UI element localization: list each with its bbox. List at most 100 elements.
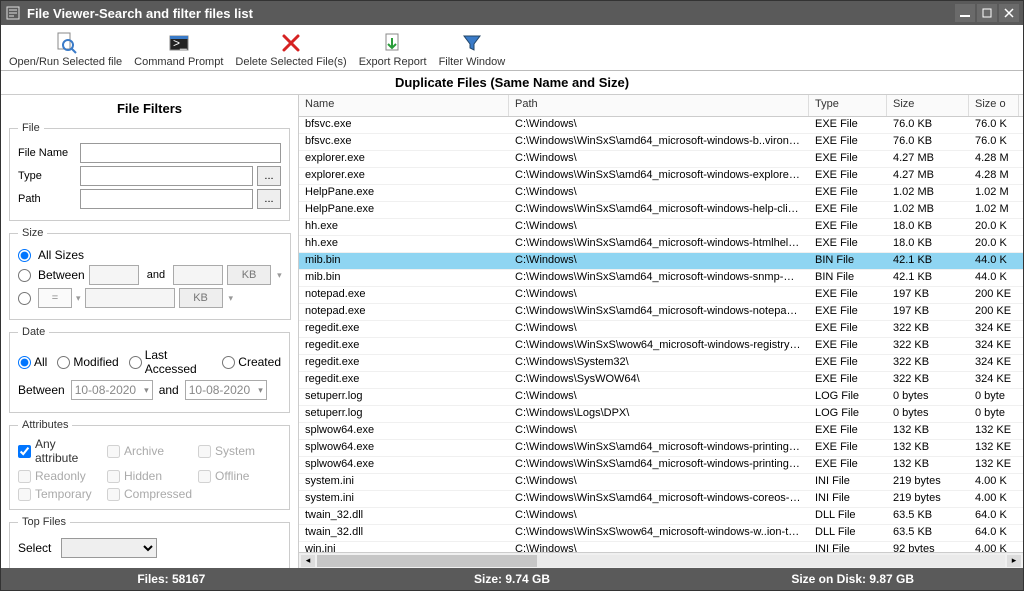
cell-path: C:\Windows\Logs\DPX\: [509, 406, 809, 422]
cell-sized: 4.00 K: [969, 491, 1019, 507]
cell-type: EXE File: [809, 355, 887, 371]
table-row[interactable]: HelpPane.exeC:\Windows\WinSxS\amd64_micr…: [299, 202, 1023, 219]
col-name[interactable]: Name: [299, 95, 509, 116]
size-between-radio[interactable]: [18, 269, 31, 282]
cell-name: hh.exe: [299, 236, 509, 252]
date-modified-radio[interactable]: [57, 356, 70, 369]
section-title: Duplicate Files (Same Name and Size): [1, 71, 1023, 95]
type-browse-button[interactable]: ...: [257, 166, 281, 186]
attr-system-check[interactable]: [198, 445, 211, 458]
table-row[interactable]: explorer.exeC:\Windows\WinSxS\amd64_micr…: [299, 168, 1023, 185]
cell-size: 0 bytes: [887, 389, 969, 405]
scroll-right-arrow[interactable]: ▸: [1007, 555, 1021, 567]
cell-size: 1.02 MB: [887, 185, 969, 201]
cell-name: notepad.exe: [299, 304, 509, 320]
size-op-select[interactable]: =: [38, 288, 72, 308]
size-op-value-input[interactable]: [85, 288, 175, 308]
size-all-radio[interactable]: [18, 249, 31, 262]
table-row[interactable]: splwow64.exeC:\Windows\EXE File132 KB132…: [299, 423, 1023, 440]
cell-name: win.ini: [299, 542, 509, 552]
cell-type: DLL File: [809, 508, 887, 524]
table-row[interactable]: bfsvc.exeC:\Windows\WinSxS\amd64_microso…: [299, 134, 1023, 151]
cell-path: C:\Windows\: [509, 542, 809, 552]
table-row[interactable]: splwow64.exeC:\Windows\WinSxS\amd64_micr…: [299, 440, 1023, 457]
cell-size: 132 KB: [887, 457, 969, 473]
date-from-input[interactable]: 10-08-2020: [71, 380, 153, 400]
cell-path: C:\Windows\: [509, 287, 809, 303]
delete-selected-button[interactable]: Delete Selected File(s): [233, 26, 348, 68]
size-from-input[interactable]: [89, 265, 139, 285]
table-row[interactable]: splwow64.exeC:\Windows\WinSxS\amd64_micr…: [299, 457, 1023, 474]
col-sized[interactable]: Size o: [969, 95, 1019, 116]
table-row[interactable]: notepad.exeC:\Windows\EXE File197 KB200 …: [299, 287, 1023, 304]
filename-input[interactable]: [80, 143, 281, 163]
cell-type: EXE File: [809, 338, 887, 354]
attr-readonly-check[interactable]: [18, 470, 31, 483]
table-row[interactable]: system.iniC:\Windows\WinSxS\amd64_micros…: [299, 491, 1023, 508]
cell-size: 322 KB: [887, 372, 969, 388]
table-row[interactable]: twain_32.dllC:\Windows\WinSxS\wow64_micr…: [299, 525, 1023, 542]
type-input[interactable]: [80, 166, 253, 186]
scroll-left-arrow[interactable]: ◂: [301, 555, 315, 567]
cell-sized: 0 byte: [969, 389, 1019, 405]
export-report-button[interactable]: Export Report: [357, 26, 429, 68]
table-row[interactable]: regedit.exeC:\Windows\SysWOW64\EXE File3…: [299, 372, 1023, 389]
table-row[interactable]: bfsvc.exeC:\Windows\EXE File76.0 KB76.0 …: [299, 117, 1023, 134]
size-op-radio[interactable]: [18, 292, 31, 305]
table-row[interactable]: twain_32.dllC:\Windows\DLL File63.5 KB64…: [299, 508, 1023, 525]
cell-name: bfsvc.exe: [299, 134, 509, 150]
col-path[interactable]: Path: [509, 95, 809, 116]
cell-path: C:\Windows\: [509, 219, 809, 235]
table-row[interactable]: HelpPane.exeC:\Windows\EXE File1.02 MB1.…: [299, 185, 1023, 202]
path-input[interactable]: [80, 189, 253, 209]
attr-archive-check[interactable]: [107, 445, 120, 458]
date-created-radio[interactable]: [222, 356, 235, 369]
cell-size: 322 KB: [887, 321, 969, 337]
table-row[interactable]: setuperr.logC:\Windows\Logs\DPX\LOG File…: [299, 406, 1023, 423]
table-row[interactable]: win.iniC:\Windows\INI File92 bytes4.00 K: [299, 542, 1023, 552]
size-unit-select-2[interactable]: KB: [179, 288, 223, 308]
maximize-button[interactable]: [977, 4, 997, 22]
table-row[interactable]: regedit.exeC:\Windows\System32\EXE File3…: [299, 355, 1023, 372]
cell-type: EXE File: [809, 423, 887, 439]
horizontal-scrollbar[interactable]: ◂ ▸: [299, 552, 1023, 568]
command-prompt-button[interactable]: >_ Command Prompt: [132, 26, 225, 68]
table-row[interactable]: regedit.exeC:\Windows\WinSxS\wow64_micro…: [299, 338, 1023, 355]
table-row[interactable]: hh.exeC:\Windows\WinSxS\amd64_microsoft-…: [299, 236, 1023, 253]
date-all-radio[interactable]: [18, 356, 31, 369]
cell-sized: 132 KE: [969, 457, 1019, 473]
attr-offline-check[interactable]: [198, 470, 211, 483]
cell-path: C:\Windows\: [509, 151, 809, 167]
cell-path: C:\Windows\WinSxS\amd64_microsoft-window…: [509, 491, 809, 507]
path-browse-button[interactable]: ...: [257, 189, 281, 209]
attr-comp-check[interactable]: [107, 488, 120, 501]
close-button[interactable]: [999, 4, 1019, 22]
size-to-input[interactable]: [173, 265, 223, 285]
size-unit-select-1[interactable]: KB: [227, 265, 271, 285]
magnifier-page-icon: [55, 32, 77, 54]
table-row[interactable]: mib.binC:\Windows\BIN File42.1 KB44.0 K: [299, 253, 1023, 270]
topfiles-select[interactable]: [61, 538, 157, 558]
table-row[interactable]: setuperr.logC:\Windows\LOG File0 bytes0 …: [299, 389, 1023, 406]
open-run-button[interactable]: Open/Run Selected file: [7, 26, 124, 68]
attr-hidden-check[interactable]: [107, 470, 120, 483]
cell-sized: 76.0 K: [969, 117, 1019, 133]
col-size[interactable]: Size: [887, 95, 969, 116]
attr-temp-check[interactable]: [18, 488, 31, 501]
minimize-button[interactable]: [955, 4, 975, 22]
table-row[interactable]: explorer.exeC:\Windows\EXE File4.27 MB4.…: [299, 151, 1023, 168]
col-type[interactable]: Type: [809, 95, 887, 116]
attr-any-check[interactable]: [18, 445, 31, 458]
date-to-input[interactable]: 10-08-2020: [185, 380, 267, 400]
cell-path: C:\Windows\WinSxS\amd64_microsoft-window…: [509, 440, 809, 456]
scroll-thumb[interactable]: [317, 555, 537, 567]
table-row[interactable]: mib.binC:\Windows\WinSxS\amd64_microsoft…: [299, 270, 1023, 287]
table-row[interactable]: hh.exeC:\Windows\EXE File18.0 KB20.0 K: [299, 219, 1023, 236]
cell-size: 42.1 KB: [887, 270, 969, 286]
filter-window-button[interactable]: Filter Window: [437, 26, 508, 68]
date-lastacc-radio[interactable]: [129, 356, 142, 369]
table-row[interactable]: regedit.exeC:\Windows\EXE File322 KB324 …: [299, 321, 1023, 338]
table-row[interactable]: notepad.exeC:\Windows\WinSxS\amd64_micro…: [299, 304, 1023, 321]
cell-type: BIN File: [809, 253, 887, 269]
table-row[interactable]: system.iniC:\Windows\INI File219 bytes4.…: [299, 474, 1023, 491]
